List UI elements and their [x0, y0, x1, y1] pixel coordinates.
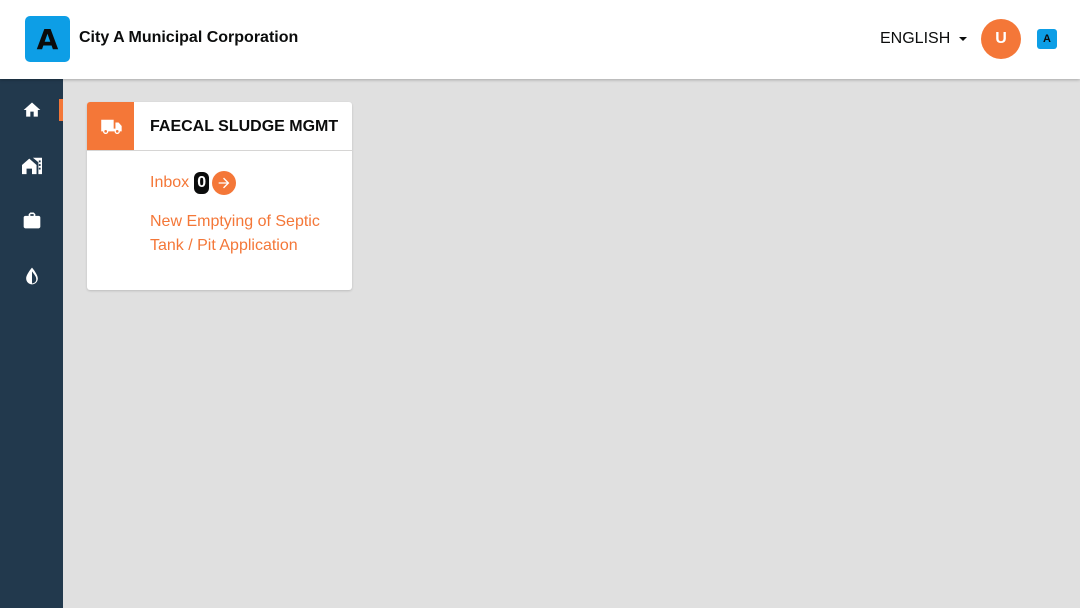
language-label: ENGLISH	[880, 30, 951, 47]
sidebar-item-briefcase[interactable]	[0, 200, 63, 240]
sidebar-item-home[interactable]	[0, 90, 63, 130]
fsm-module-card: FAECAL SLUDGE MGMT Inbox 0 New Emptying …	[87, 102, 352, 290]
card-title: FAECAL SLUDGE MGMT	[150, 118, 339, 135]
new-application-link[interactable]: New Emptying of Septic Tank / Pit Applic…	[150, 210, 340, 258]
sidebar-item-water[interactable]	[0, 256, 63, 296]
sidebar-item-property[interactable]	[0, 145, 63, 185]
top-header: A City A Municipal Corporation ENGLISH U…	[0, 0, 1080, 79]
water-drop-icon	[25, 267, 38, 285]
city-logo[interactable]: A	[25, 16, 70, 62]
inbox-label[interactable]: Inbox	[150, 174, 189, 192]
property-icon	[21, 157, 42, 175]
mini-logo[interactable]: A	[1037, 29, 1057, 49]
inbox-link[interactable]: Inbox 0	[150, 171, 237, 195]
sidebar	[0, 79, 63, 608]
briefcase-icon	[23, 212, 40, 229]
card-icon-box	[87, 102, 134, 150]
language-selector[interactable]: ENGLISH	[880, 30, 968, 48]
caret-down-icon	[959, 37, 968, 41]
card-header: FAECAL SLUDGE MGMT	[87, 102, 352, 151]
arrow-right-icon[interactable]	[212, 171, 237, 195]
city-name: City A Municipal Corporation	[79, 29, 299, 46]
user-avatar[interactable]: U	[981, 19, 1021, 59]
truck-icon	[100, 119, 122, 134]
home-icon	[23, 102, 40, 117]
inbox-count-badge: 0	[194, 172, 210, 194]
